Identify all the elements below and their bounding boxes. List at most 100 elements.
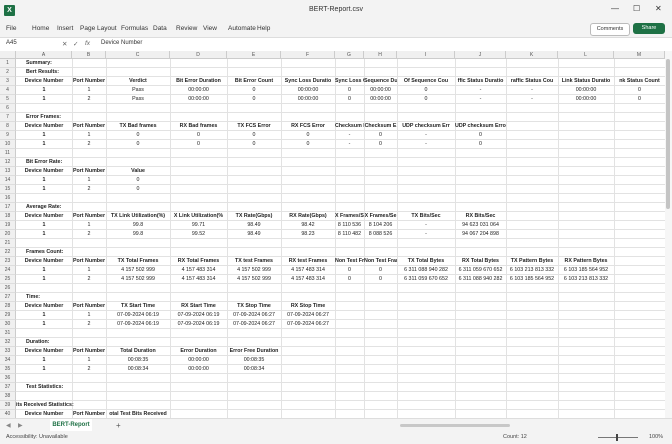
column-label[interactable]: Checksum E [335,122,364,131]
row-header[interactable]: 8 [0,122,16,131]
table-cell[interactable]: 1 [16,131,72,140]
table-cell[interactable]: 1 [16,311,72,320]
section-title[interactable]: Time: [26,293,186,302]
table-cell[interactable]: 6 103 213 813 332 [558,275,614,284]
table-cell[interactable]: 98.49 [227,221,281,230]
row-header[interactable]: 16 [0,194,16,203]
table-cell[interactable]: 6 103 185 564 952 [506,275,558,284]
table-cell[interactable]: 8 110 536 [335,221,364,230]
row-header[interactable]: 24 [0,266,16,275]
table-cell[interactable]: 00:00:00 [170,365,227,374]
row-header[interactable]: 39 [0,401,16,410]
function-icon[interactable]: fx [85,40,90,47]
column-label[interactable]: TX Total Bytes [397,257,455,266]
row-header[interactable]: 26 [0,284,16,293]
column-label[interactable]: Value [106,167,170,176]
column-label[interactable]: Sync Loss C [335,77,364,86]
table-cell[interactable]: 1 [72,221,106,230]
table-cell[interactable]: 0 [106,131,170,140]
column-label[interactable]: TX Pattern Bytes [506,257,558,266]
column-header-a[interactable]: A [16,51,72,59]
formula-input[interactable]: Device Number [101,40,142,46]
menu-view[interactable]: View [203,25,217,32]
column-label[interactable]: Device Number [16,167,72,176]
zoom-level[interactable]: 100% [649,434,663,440]
column-header-l[interactable]: L [558,51,614,59]
table-cell[interactable]: 0 [364,275,397,284]
row-header[interactable]: 1 [0,59,16,68]
column-label[interactable]: Port Number [72,212,106,221]
table-cell[interactable]: 99.8 [106,221,170,230]
column-label[interactable]: nk Status Count [614,77,665,86]
table-cell[interactable]: 0 [397,95,455,104]
row-header[interactable]: 40 [0,410,16,418]
table-cell[interactable]: 0 [364,266,397,275]
table-cell[interactable]: 2 [72,275,106,284]
table-cell[interactable]: 0 [455,131,506,140]
table-cell[interactable]: Pass [106,86,170,95]
vertical-scrollbar[interactable] [665,51,672,418]
table-cell[interactable]: 1 [16,221,72,230]
row-header[interactable]: 3 [0,77,16,86]
table-cell[interactable]: 2 [72,320,106,329]
table-cell[interactable]: 07-09-2024 06:19 [106,320,170,329]
column-label[interactable]: TX test Frames [227,257,281,266]
column-label[interactable]: RX Stop Time [281,302,335,311]
column-label[interactable]: Verdict [106,77,170,86]
name-box[interactable]: A45 [6,40,54,49]
table-cell[interactable]: - [335,140,364,149]
menu-home[interactable]: Home [32,25,49,32]
scroll-thumb[interactable] [666,59,670,209]
table-cell[interactable]: 0 [170,140,227,149]
menu-file[interactable]: File [6,25,16,32]
share-button[interactable]: Share [633,23,665,34]
table-cell[interactable]: 1 [72,356,106,365]
table-cell[interactable]: 99.52 [170,230,227,239]
menu-data[interactable]: Data [153,25,167,32]
table-cell[interactable]: 00:00:00 [281,95,335,104]
row-header[interactable]: 10 [0,140,16,149]
column-header-i[interactable]: I [397,51,455,59]
accessibility-status[interactable]: Accessibility: Unavailable [6,434,68,440]
section-title[interactable]: its Received Statistics: [16,401,176,410]
table-cell[interactable]: 0 [227,140,281,149]
horizontal-scrollbar[interactable] [400,424,510,427]
column-label[interactable]: TX Link Utilization(%) [106,212,170,221]
table-cell[interactable]: 0 [281,140,335,149]
column-label[interactable]: Port Number [72,167,106,176]
column-label[interactable]: Device Number [16,302,72,311]
table-cell[interactable]: 1 [72,266,106,275]
row-header[interactable]: 29 [0,311,16,320]
column-header-m[interactable]: M [614,51,665,59]
column-label[interactable]: Device Number [16,122,72,131]
section-title[interactable]: Average Rate: [26,203,186,212]
column-header-c[interactable]: C [106,51,170,59]
table-cell[interactable]: 6 311 088 940 282 [455,275,506,284]
table-cell[interactable]: 07-09-2024 06:27 [227,311,281,320]
column-label[interactable]: RX Total Frames [170,257,227,266]
row-header[interactable]: 19 [0,221,16,230]
column-label[interactable]: Bit Error Count [227,77,281,86]
table-cell[interactable]: 2 [72,365,106,374]
table-cell[interactable]: 6 311 059 670 652 [397,275,455,284]
spreadsheet-grid[interactable]: A B C D E F G H I J K L M 1 Summary: 2 Bert Results: 3 Dev… [0,51,665,418]
table-cell[interactable]: 4 157 502 999 [106,266,170,275]
table-cell[interactable]: 1 [16,185,72,194]
table-cell[interactable]: 0 [227,95,281,104]
table-cell[interactable]: - [397,131,455,140]
table-cell[interactable]: 2 [72,95,106,104]
column-label[interactable]: Total Duration [106,347,170,356]
next-sheet-icon[interactable]: ▶ [18,422,23,429]
column-label[interactable]: RX Rate(Gbps) [281,212,335,221]
table-cell[interactable]: 00:08:34 [106,365,170,374]
column-label[interactable]: Port Number [72,257,106,266]
column-label[interactable]: Sync Loss Duratio [281,77,335,86]
column-label[interactable]: Port Number [72,302,106,311]
table-cell[interactable]: 0 [364,131,397,140]
table-cell[interactable]: 94 067 204 898 [455,230,506,239]
maximize-button[interactable]: ☐ [633,4,640,13]
table-cell[interactable]: 0 [335,275,364,284]
row-header[interactable]: 28 [0,302,16,311]
table-cell[interactable]: 2 [72,140,106,149]
table-cell[interactable]: 4 157 483 314 [281,266,335,275]
